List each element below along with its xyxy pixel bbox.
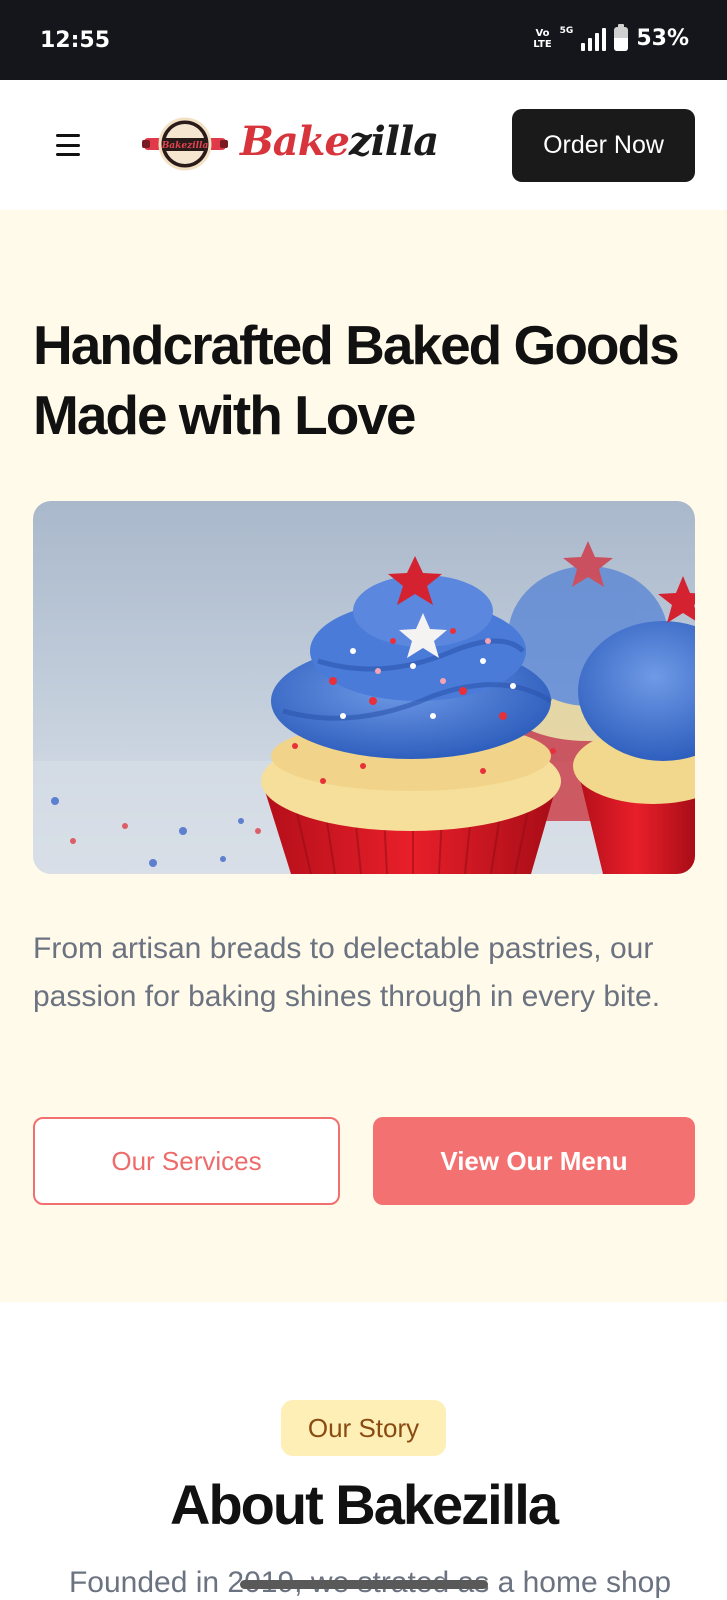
logo-badge[interactable]: Bakezilla [142, 116, 228, 172]
cupcakes-image [33, 501, 695, 874]
hamburger-menu-icon[interactable] [56, 134, 86, 156]
signal-icon [581, 27, 607, 51]
about-title: About Bakezilla [170, 1473, 559, 1536]
network-type-label: 5G [559, 25, 574, 36]
hero-title: Handcrafted Baked Goods Made with Love [33, 314, 680, 446]
status-time: 12:55 [40, 28, 111, 53]
view-menu-button[interactable]: View Our Menu [373, 1117, 695, 1205]
our-services-button[interactable]: Our Services [33, 1117, 340, 1205]
site-header: Bakezilla Bakezilla Order Now [0, 80, 727, 210]
hero-section: Handcrafted Baked Goods Made with Love F… [0, 210, 727, 1302]
battery-icon [614, 23, 629, 51]
home-indicator[interactable] [240, 1580, 488, 1589]
status-bar: 12:55 Vo LTE 5G 53% [0, 0, 727, 80]
volte-icon: Vo LTE [533, 27, 552, 50]
our-story-badge: Our Story [281, 1400, 446, 1456]
order-now-button[interactable]: Order Now [512, 109, 695, 182]
brand-name[interactable]: Bakezilla [240, 118, 439, 165]
hero-description: From artisan breads to delectable pastri… [33, 932, 661, 1013]
status-icons: Vo LTE 5G 53% [533, 23, 689, 51]
logo-badge-text: Bakezilla [161, 141, 209, 151]
battery-percent: 53% [636, 26, 689, 51]
